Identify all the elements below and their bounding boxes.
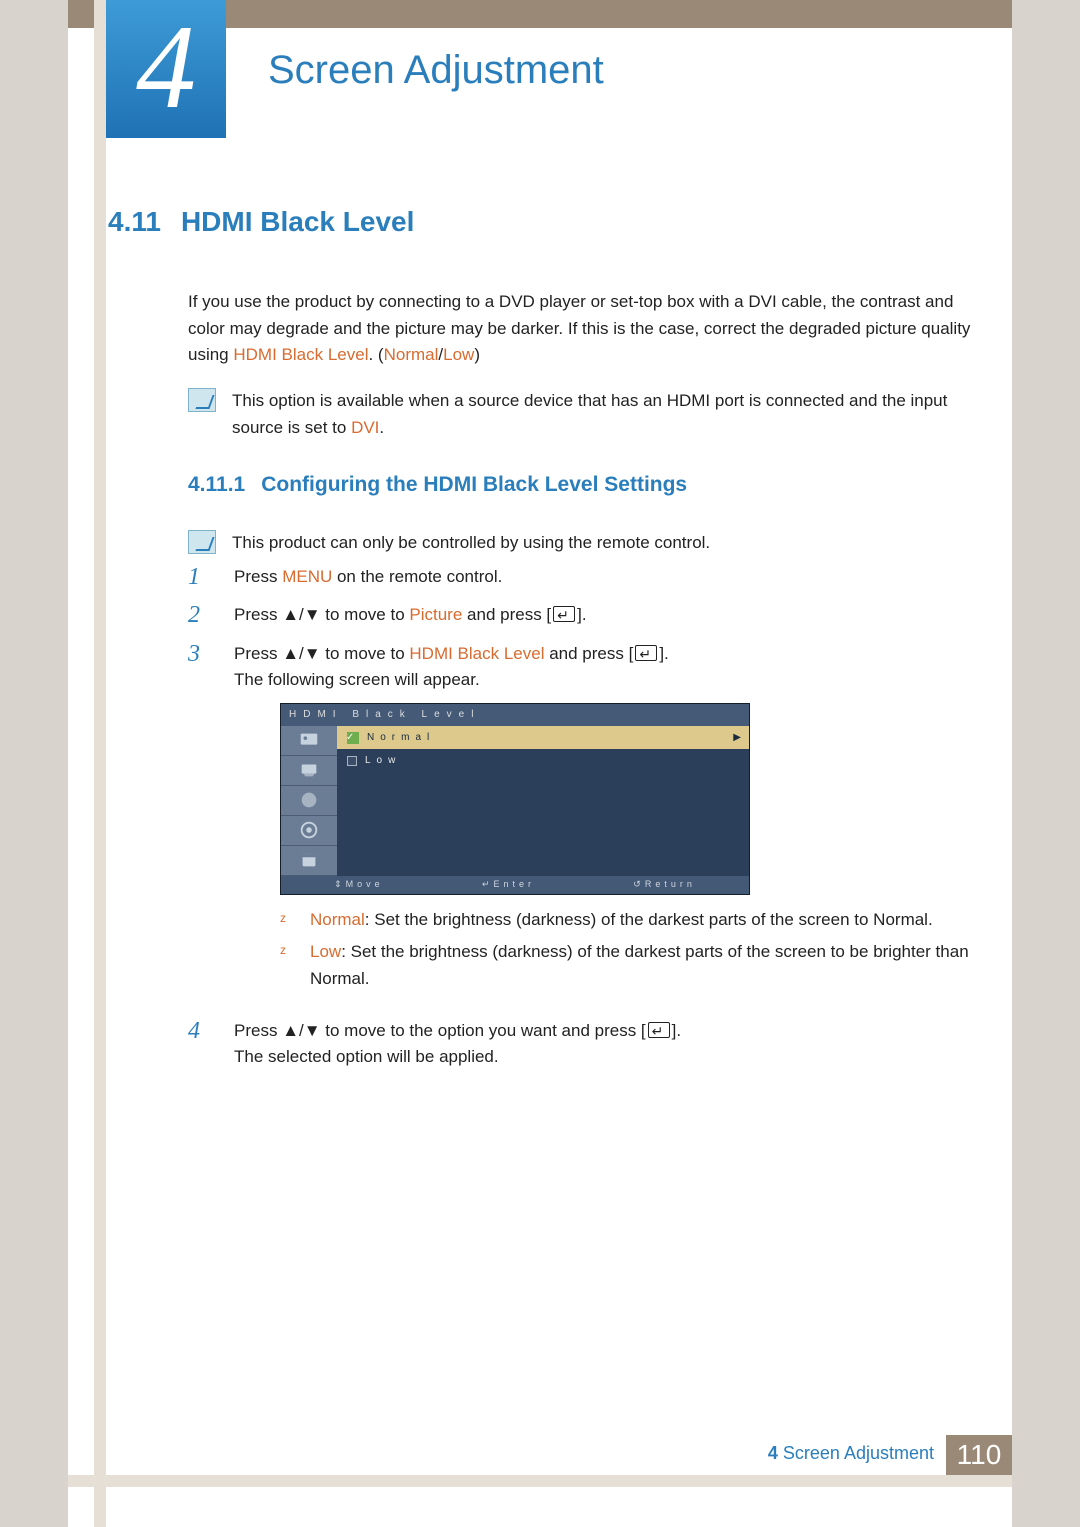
section-title: HDMI Black Level bbox=[181, 200, 414, 243]
osd-tab-picture-icon bbox=[281, 726, 337, 756]
content: 4.11 HDMI Black Level If you use the pro… bbox=[108, 200, 978, 1083]
step-2: 2 Press ▲/▼ to move to Picture and press… bbox=[188, 602, 978, 628]
osd-tab-support-icon bbox=[281, 846, 337, 876]
section-heading: 4.11 HDMI Black Level bbox=[108, 200, 978, 243]
chapter-title: Screen Adjustment bbox=[268, 48, 604, 93]
note-icon bbox=[188, 530, 216, 554]
page-footer: 4 Screen Adjustment 110 bbox=[768, 1435, 1012, 1475]
step-number: 3 bbox=[188, 641, 214, 667]
chapter-number: 4 bbox=[136, 7, 196, 127]
step-4: 4 Press ▲/▼ to move to the option you wa… bbox=[188, 1018, 978, 1071]
note-1: This option is available when a source d… bbox=[188, 388, 978, 441]
step-body: Press ▲/▼ to move to the option you want… bbox=[234, 1018, 978, 1071]
osd-screenshot: HDMI Black Level ✓ bbox=[280, 703, 750, 894]
step-body: Press ▲/▼ to move to HDMI Black Level an… bbox=[234, 641, 978, 1006]
chapter-badge: 4 bbox=[106, 0, 226, 138]
enter-icon bbox=[648, 1022, 670, 1038]
page: 4 Screen Adjustment 4.11 HDMI Black Leve… bbox=[68, 0, 1012, 1527]
osd-footer: Move Enter Return bbox=[281, 876, 749, 894]
bullet-marker: z bbox=[280, 907, 294, 933]
subsection-number: 4.11.1 bbox=[188, 469, 245, 502]
step-body: Press MENU on the remote control. bbox=[234, 564, 978, 590]
step-number: 1 bbox=[188, 564, 214, 590]
osd-main: ✓ Normal ▶ Low bbox=[337, 726, 749, 876]
note-icon bbox=[188, 388, 216, 412]
osd-footer-move: Move bbox=[334, 878, 384, 892]
osd-tab-network-icon bbox=[281, 786, 337, 816]
check-icon: ✓ bbox=[347, 732, 359, 744]
step-3: 3 Press ▲/▼ to move to HDMI Black Level … bbox=[188, 641, 978, 1006]
step-1: 1 Press MENU on the remote control. bbox=[188, 564, 978, 590]
osd-body: ✓ Normal ▶ Low bbox=[281, 726, 749, 876]
osd-tab-sound-icon bbox=[281, 756, 337, 786]
osd-title: HDMI Black Level bbox=[281, 704, 749, 726]
step-number: 4 bbox=[188, 1018, 214, 1044]
bullet-marker: z bbox=[280, 939, 294, 992]
footer-label: 4 Screen Adjustment bbox=[768, 1435, 946, 1475]
osd-option-normal: ✓ Normal ▶ bbox=[337, 726, 749, 750]
note-2: This product can only be controlled by u… bbox=[188, 530, 978, 556]
osd-option-low: Low bbox=[337, 749, 749, 773]
section-number: 4.11 bbox=[108, 200, 161, 243]
subsection-title: Configuring the HDMI Black Level Setting… bbox=[261, 469, 687, 502]
footer-page-number: 110 bbox=[946, 1435, 1012, 1475]
step-number: 2 bbox=[188, 602, 214, 628]
option-bullets: z Normal: Set the brightness (darkness) … bbox=[280, 907, 978, 992]
bottom-bar bbox=[68, 1475, 1012, 1487]
left-spine bbox=[94, 0, 106, 1527]
osd-footer-enter: Enter bbox=[482, 878, 535, 892]
steps-list: 1 Press MENU on the remote control. 2 Pr… bbox=[188, 564, 978, 1071]
bullet-normal: z Normal: Set the brightness (darkness) … bbox=[280, 907, 978, 933]
subsection-heading: 4.11.1 Configuring the HDMI Black Level … bbox=[188, 469, 978, 502]
osd-tab-system-icon bbox=[281, 816, 337, 846]
triangle-right-icon: ▶ bbox=[733, 730, 741, 746]
step-body: Press ▲/▼ to move to Picture and press [… bbox=[234, 602, 978, 628]
bullet-low: z Low: Set the brightness (darkness) of … bbox=[280, 939, 978, 992]
radio-icon bbox=[347, 756, 357, 766]
enter-icon bbox=[553, 606, 575, 622]
note-1-text: This option is available when a source d… bbox=[232, 388, 978, 441]
intro-paragraph: If you use the product by connecting to … bbox=[188, 289, 978, 368]
osd-footer-return: Return bbox=[633, 878, 696, 892]
enter-icon bbox=[635, 645, 657, 661]
osd-sidebar bbox=[281, 726, 337, 876]
note-2-text: This product can only be controlled by u… bbox=[232, 530, 710, 556]
